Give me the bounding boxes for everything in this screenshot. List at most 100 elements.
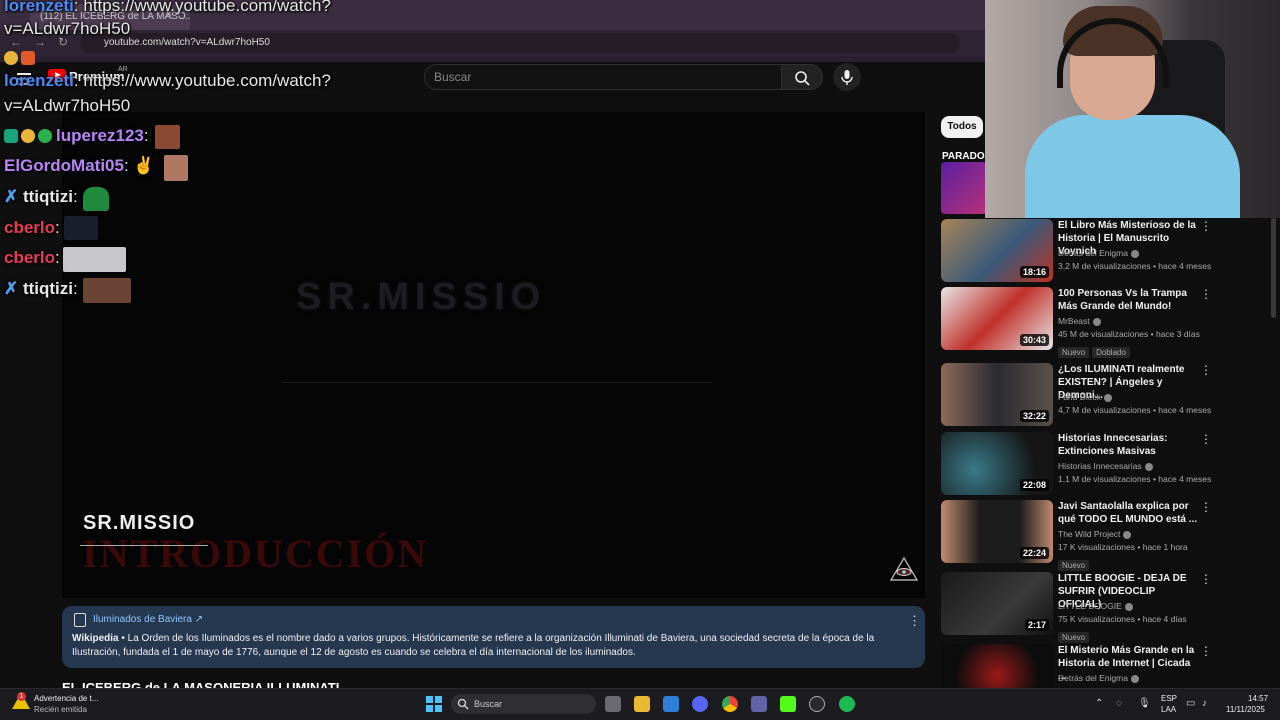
task-view-icon[interactable] bbox=[605, 696, 621, 712]
store-icon[interactable] bbox=[663, 696, 679, 712]
video-meta: 3,2 M de visualizaciones • hace 4 meses bbox=[1058, 261, 1212, 271]
video-meta: 4,7 M de visualizaciones • hace 4 meses bbox=[1058, 405, 1212, 415]
channel-name[interactable]: Detrás del Enigma bbox=[1058, 673, 1139, 683]
duration-badge: 22:08 bbox=[1019, 479, 1049, 491]
mic-icon bbox=[841, 70, 853, 85]
kick-icon[interactable] bbox=[780, 696, 796, 712]
chat-separator: : bbox=[55, 248, 60, 267]
channel-name[interactable]: Farid Dieck bbox=[1058, 392, 1112, 402]
chat-separator: : bbox=[73, 0, 84, 15]
recommendation-item[interactable]: 22:24 Javi Santaolalla explica por qué T… bbox=[941, 500, 1212, 571]
tray-overflow-icon[interactable]: ⌃ bbox=[1095, 698, 1103, 709]
info-panel-body: Wikipedia • La Orden de los Iluminados e… bbox=[72, 632, 918, 660]
more-options-icon[interactable]: ⋮ bbox=[908, 613, 921, 629]
recommendation-item[interactable]: El Misterio Más Grande en la Historia de… bbox=[941, 644, 1211, 688]
verified-icon bbox=[1130, 249, 1139, 258]
channel-name[interactable]: The Wild Project bbox=[1058, 529, 1132, 539]
chat-text-continued: v=ALdwr7hoH50 bbox=[4, 96, 131, 115]
chat-separator: : bbox=[73, 279, 78, 298]
chat-username: cberlo bbox=[4, 218, 56, 237]
video-meta: 75 K visualizaciones • hace 4 días bbox=[1058, 614, 1187, 624]
chat-emote-icon bbox=[63, 247, 126, 272]
chat-username: cberlo bbox=[4, 248, 56, 267]
chat-separator: : ✌ bbox=[123, 156, 155, 175]
duration-badge: 2:17 bbox=[1024, 619, 1049, 631]
chat-separator: : bbox=[73, 187, 78, 206]
tray-mic-icon[interactable]: 🎙 bbox=[1138, 698, 1151, 709]
notification-count-icon: 1 bbox=[17, 692, 26, 701]
channel-name[interactable]: MrBeast bbox=[1058, 316, 1101, 326]
network-icon[interactable]: ▭ bbox=[1186, 698, 1195, 709]
chat-emote-icon bbox=[83, 278, 131, 303]
webcam-shirt bbox=[1025, 115, 1240, 218]
sidebar-scrollbar[interactable] bbox=[1271, 218, 1276, 318]
chat-message: cberlo: bbox=[4, 218, 60, 238]
recommendation-title[interactable]: Historias Innecesarias: Extinciones Masi… bbox=[1058, 432, 1198, 458]
partial-thumbnail[interactable] bbox=[941, 162, 987, 214]
volume-icon[interactable]: ♪ bbox=[1202, 698, 1207, 709]
discord-icon[interactable] bbox=[692, 696, 708, 712]
more-actions-icon[interactable]: ⋮ bbox=[1200, 219, 1212, 233]
video-thumbnail[interactable]: 22:24 bbox=[941, 500, 1053, 563]
recommendation-item[interactable]: 18:16 El Libro Más Misterioso de la Hist… bbox=[941, 219, 1212, 283]
video-frame-intro: INTRODUCCIÓN bbox=[82, 531, 429, 576]
video-thumbnail[interactable]: 32:22 bbox=[941, 363, 1053, 426]
verified-icon bbox=[1144, 462, 1153, 471]
more-actions-icon[interactable]: ⋮ bbox=[1200, 644, 1211, 658]
recommendation-item[interactable]: 30:43 100 Personas Vs la Trampa Más Gran… bbox=[941, 287, 1212, 358]
chat-badge-icon bbox=[21, 51, 35, 65]
clock-date[interactable]: 11/11/2025 bbox=[1226, 705, 1265, 714]
notification-title[interactable]: Advertencia de t... bbox=[34, 694, 98, 703]
clock-time[interactable]: 14:57 bbox=[1248, 694, 1268, 703]
video-thumbnail[interactable]: 30:43 bbox=[941, 287, 1053, 350]
channel-name[interactable]: LITTLE BOOGIE bbox=[1058, 601, 1133, 611]
channel-name[interactable]: Detrás del Enigma bbox=[1058, 248, 1139, 258]
more-actions-icon[interactable]: ⋮ bbox=[1200, 500, 1212, 514]
windows-start-icon[interactable] bbox=[426, 696, 442, 712]
obs-icon[interactable] bbox=[809, 696, 825, 712]
recommendation-title[interactable]: Javi Santaolalla explica por qué TODO EL… bbox=[1058, 500, 1198, 526]
info-panel-title[interactable]: Iluminados de Baviera ↗ bbox=[93, 614, 203, 625]
recommendation-title[interactable]: 100 Personas Vs la Trampa Más Grande del… bbox=[1058, 287, 1198, 313]
video-thumbnail[interactable]: 18:16 bbox=[941, 219, 1053, 282]
file-explorer-icon[interactable] bbox=[634, 696, 650, 712]
recommendation-item[interactable]: 22:08 Historias Innecesarias: Extincione… bbox=[941, 432, 1212, 496]
info-panel-source: Wikipedia bbox=[72, 633, 119, 644]
input-language-layout[interactable]: LAA bbox=[1161, 705, 1176, 714]
duration-badge: 30:43 bbox=[1019, 334, 1049, 346]
chrome-icon[interactable] bbox=[722, 696, 738, 712]
search-input[interactable] bbox=[424, 64, 782, 90]
search-placeholder: Buscar bbox=[434, 70, 472, 84]
chat-badge-icon bbox=[21, 129, 35, 143]
tray-app-icon[interactable]: ◌ bbox=[1116, 698, 1122, 709]
chat-message: ✗ ttiqtizi: bbox=[4, 279, 78, 299]
channel-name[interactable]: Historias Innecesarias bbox=[1058, 461, 1153, 471]
new-badge: Nuevo bbox=[1058, 347, 1090, 358]
more-actions-icon[interactable]: ⋮ bbox=[1200, 432, 1212, 446]
more-actions-icon[interactable]: ⋮ bbox=[1200, 572, 1212, 586]
voice-search-button[interactable] bbox=[833, 63, 861, 91]
duration-badge: 22:24 bbox=[1019, 547, 1049, 559]
verified-icon bbox=[1123, 530, 1132, 539]
recommendation-item[interactable]: 32:22 ¿Los ILUMINATI realmente EXISTEN? … bbox=[941, 363, 1212, 427]
video-thumbnail[interactable]: 22:08 bbox=[941, 432, 1053, 495]
video-thumbnail[interactable]: 2:17 bbox=[941, 572, 1053, 635]
taskbar-search-input[interactable] bbox=[451, 694, 596, 714]
partial-thumbnail-title: PARADO bbox=[942, 151, 985, 162]
video-thumbnail[interactable] bbox=[941, 644, 1053, 688]
filter-chip-all[interactable]: Todos bbox=[941, 116, 983, 138]
teams-icon[interactable] bbox=[751, 696, 767, 712]
chat-emote-icon bbox=[164, 155, 188, 181]
recommendation-item[interactable]: 2:17 LITTLE BOOGIE - DEJA DE SUFRIR (VID… bbox=[941, 572, 1212, 643]
chat-username: ttiqtizi bbox=[22, 279, 74, 298]
input-language[interactable]: ESP bbox=[1161, 694, 1177, 703]
more-actions-icon[interactable]: ⋮ bbox=[1200, 287, 1212, 301]
more-actions-icon[interactable]: ⋮ bbox=[1200, 363, 1212, 377]
verified-icon bbox=[1092, 317, 1101, 326]
verified-icon bbox=[1124, 602, 1133, 611]
video-frame-line bbox=[282, 382, 712, 383]
chat-separator: : bbox=[143, 126, 149, 145]
spotify-icon[interactable] bbox=[839, 696, 855, 712]
search-button[interactable] bbox=[781, 64, 823, 90]
document-icon bbox=[74, 613, 86, 627]
